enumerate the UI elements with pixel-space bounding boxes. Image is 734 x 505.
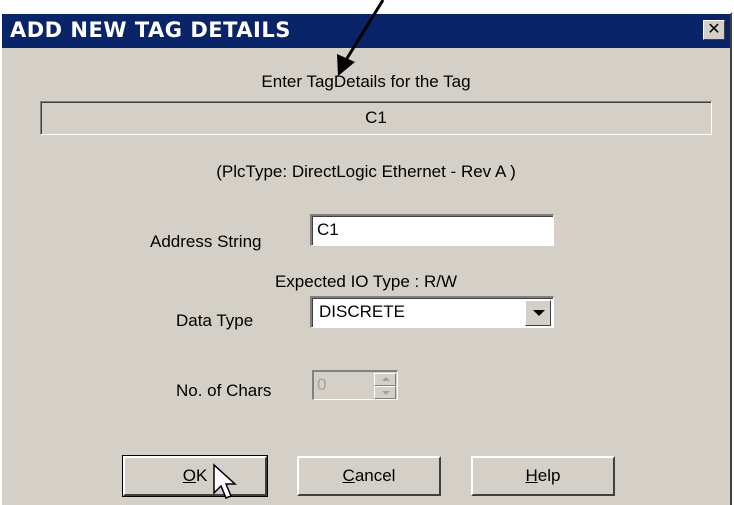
annotation-arrow-icon	[337, 0, 385, 76]
mouse-cursor-icon	[213, 463, 237, 499]
